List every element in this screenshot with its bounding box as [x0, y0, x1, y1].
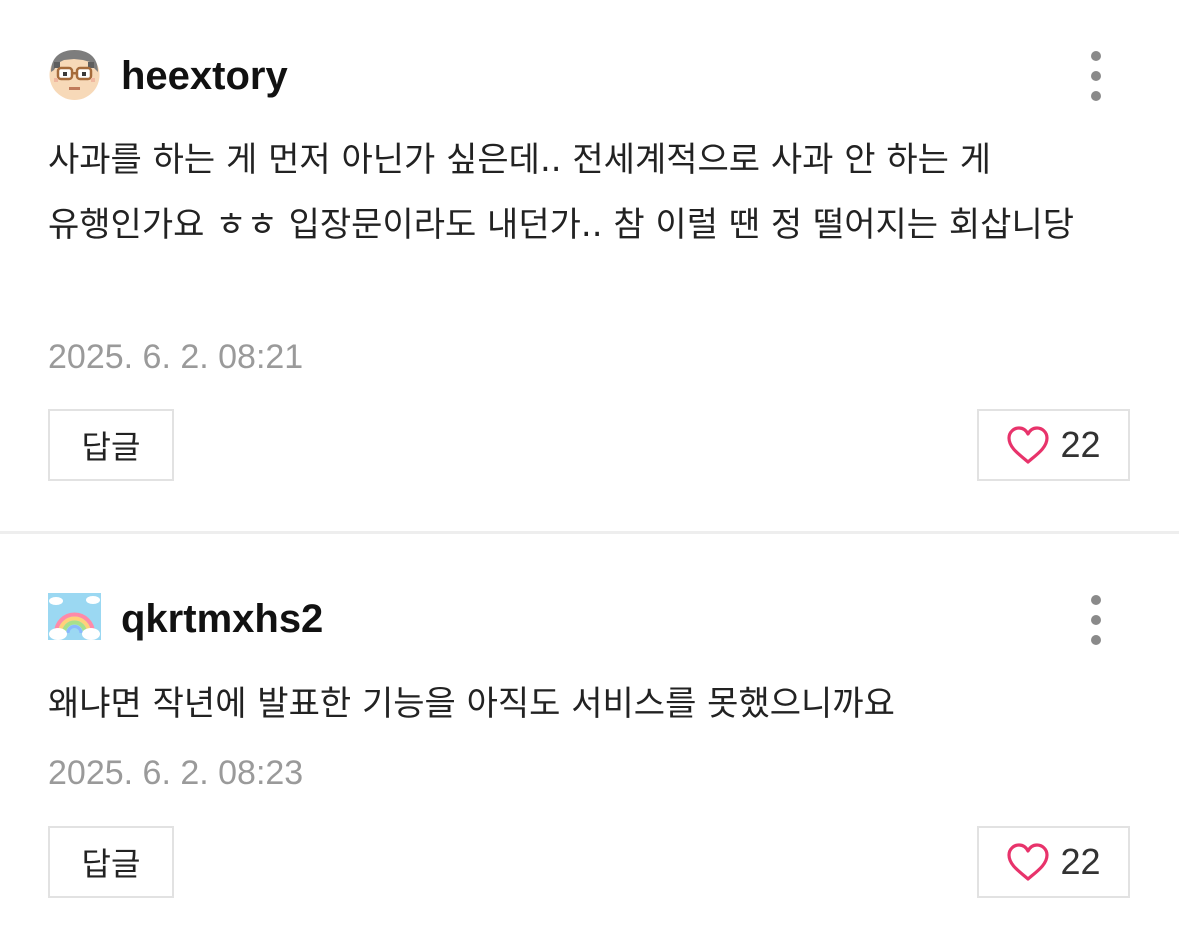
heart-outline-icon [1007, 426, 1050, 464]
like-count: 22 [1060, 841, 1101, 882]
heart-outline-icon [1007, 843, 1050, 881]
reply-button-label: 답글 [81, 428, 141, 466]
pixel-character-avatar-icon [49, 50, 100, 100]
like-button[interactable]: 22 [977, 409, 1130, 481]
comment-author[interactable]: qkrtmxhs2 [121, 599, 323, 639]
like-button[interactable]: 22 [977, 826, 1130, 898]
more-vertical-icon [1091, 595, 1101, 605]
user-avatar[interactable] [48, 48, 101, 101]
more-vertical-icon-dot [1091, 615, 1101, 625]
comment-text: 왜냐면 작년에 발표한 기능을 아직도 서비스를 못했으니까요 [48, 684, 895, 724]
comment-timestamp: 2025. 6. 2. 08:21 [48, 338, 304, 376]
comment-item: qkrtmxhs2 왜냐면 작년에 발표한 기능을 아직도 서비스를 못했으니까… [0, 534, 1179, 942]
like-count: 22 [1060, 424, 1101, 465]
rainbow-clouds-avatar-icon [48, 593, 101, 646]
more-vertical-icon-dot [1091, 91, 1101, 101]
more-vertical-icon-dot [1091, 71, 1101, 81]
user-avatar[interactable] [48, 593, 101, 646]
reply-button[interactable]: 답글 [48, 826, 174, 898]
comment-author[interactable]: heextory [121, 56, 288, 96]
more-vertical-icon [1091, 51, 1101, 61]
comment-timestamp: 2025. 6. 2. 08:23 [48, 754, 304, 792]
reply-button-label: 답글 [81, 845, 141, 883]
more-options-button[interactable] [1080, 48, 1112, 104]
more-vertical-icon-dot [1091, 635, 1101, 645]
reply-button[interactable]: 답글 [48, 409, 174, 481]
more-options-button[interactable] [1080, 592, 1112, 648]
comment-text: 사과를 하는 게 먼저 아닌가 싶은데.. 전세계적으로 사과 안 하는 게 유… [48, 140, 1075, 245]
comment-item: heextory 사과를 하는 게 먼저 아닌가 싶은데.. 전세계적으로 사과… [0, 0, 1179, 532]
